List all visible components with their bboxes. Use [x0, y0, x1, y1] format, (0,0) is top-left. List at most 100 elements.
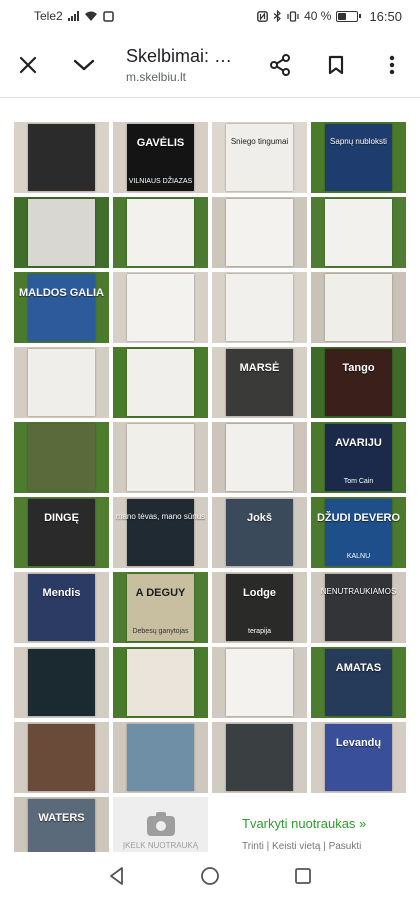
book-cover — [325, 349, 392, 416]
book-cover — [226, 199, 293, 266]
photo-thumbnail[interactable]: Sapnų nubloksti — [311, 122, 406, 193]
back-triangle-icon — [109, 867, 123, 885]
book-cover — [127, 199, 194, 266]
photo-thumbnail[interactable]: MARSĖ — [212, 347, 307, 418]
book-cover — [226, 424, 293, 491]
rotate-link[interactable]: Pasukti — [329, 841, 362, 852]
photo-thumbnail[interactable]: DŽUDI DEVERO KALNU — [311, 497, 406, 568]
page-url: m.skelbiu.lt — [126, 69, 187, 84]
photo-thumbnail[interactable]: Levandų — [311, 722, 406, 793]
home-button[interactable] — [190, 856, 230, 896]
bluetooth-icon — [273, 10, 281, 22]
photo-thumbnail[interactable] — [311, 197, 406, 268]
photo-thumbnail[interactable] — [14, 647, 109, 718]
share-button[interactable] — [252, 37, 308, 93]
book-cover — [127, 574, 194, 641]
book-cover — [226, 574, 293, 641]
photo-actions: Tvarkyti nuotraukas » Trinti | Keisti vi… — [242, 816, 412, 852]
photo-thumbnail[interactable]: NENUTRAUKIAMOS — [311, 572, 406, 643]
battery-icon — [336, 10, 362, 22]
photo-thumbnail[interactable] — [14, 122, 109, 193]
photo-thumbnail[interactable] — [212, 722, 307, 793]
photo-thumbnail[interactable] — [113, 272, 208, 343]
more-button[interactable] — [364, 37, 420, 93]
photo-thumbnail[interactable]: Mendis — [14, 572, 109, 643]
recents-button[interactable] — [283, 856, 323, 896]
book-cover — [325, 424, 392, 491]
book-cover — [325, 724, 392, 791]
book-cover — [127, 124, 194, 191]
book-cover — [226, 649, 293, 716]
book-cover — [127, 274, 194, 341]
book-cover — [28, 349, 95, 416]
recents-square-icon — [295, 868, 312, 884]
delete-link[interactable]: Trinti — [242, 841, 264, 852]
nfc-icon — [257, 10, 268, 22]
signal-icon — [67, 11, 79, 21]
book-cover — [325, 124, 392, 191]
share-icon — [270, 53, 290, 76]
book-cover — [28, 199, 95, 266]
home-circle-icon — [201, 867, 219, 885]
photo-thumbnail[interactable] — [14, 347, 109, 418]
wifi-icon — [84, 11, 97, 21]
photo-thumbnail[interactable]: Lodge terapija — [212, 572, 307, 643]
photo-thumbnail[interactable] — [212, 272, 307, 343]
close-icon — [19, 56, 37, 73]
page-title: Skelbimai: … — [126, 45, 233, 66]
bookmark-button[interactable] — [308, 37, 364, 93]
book-cover — [28, 724, 95, 791]
photo-thumbnail[interactable]: AMATAS — [311, 647, 406, 718]
system-nav-bar — [0, 852, 420, 900]
more-vert-icon — [389, 55, 395, 74]
upload-label: ĮKELK NUOTRAUKĄ — [122, 840, 199, 850]
photo-thumbnail[interactable] — [212, 422, 307, 493]
book-cover — [127, 349, 194, 416]
notification-icon — [102, 10, 114, 22]
photo-thumbnail[interactable]: Sniego tingumai — [212, 122, 307, 193]
chevron-down-icon — [73, 59, 95, 70]
book-cover — [226, 349, 293, 416]
photo-thumbnail[interactable]: Tango — [311, 347, 406, 418]
photo-thumbnail[interactable] — [311, 272, 406, 343]
photo-thumbnail[interactable]: Jokš — [212, 497, 307, 568]
camera-icon — [146, 811, 175, 836]
photo-thumbnail[interactable]: AVARIJU Tom Cain — [311, 422, 406, 493]
photo-thumbnail[interactable]: mano tėvas, mano sūnus — [113, 497, 208, 568]
book-cover — [127, 499, 194, 566]
photo-thumbnail[interactable] — [14, 722, 109, 793]
photo-thumbnail[interactable] — [14, 197, 109, 268]
action-links: Trinti | Keisti vietą | Pasukti — [242, 841, 412, 852]
page-title-area[interactable]: Skelbimai: … m.skelbiu.lt — [112, 46, 252, 84]
book-cover — [28, 424, 95, 491]
book-cover — [325, 199, 392, 266]
photo-thumbnail[interactable] — [113, 422, 208, 493]
photo-thumbnail[interactable]: A DEGUY Debesų ganytojas — [113, 572, 208, 643]
photo-thumbnail[interactable] — [113, 347, 208, 418]
photo-thumbnail[interactable] — [14, 422, 109, 493]
photo-thumbnail[interactable]: MALDOS GALIA — [14, 272, 109, 343]
book-cover — [28, 574, 95, 641]
minimize-button[interactable] — [56, 37, 112, 93]
close-button[interactable] — [0, 37, 56, 93]
bookmark-icon — [328, 55, 344, 74]
browser-toolbar: Skelbimai: … m.skelbiu.lt — [0, 32, 420, 98]
photo-thumbnail[interactable]: GAVĖLIS VILNIAUS DŽIAZAS — [113, 122, 208, 193]
book-cover — [325, 499, 392, 566]
battery-percent: 40 % — [304, 9, 332, 23]
manage-photos-link[interactable]: Tvarkyti nuotraukas » — [242, 816, 412, 831]
photo-thumbnail[interactable] — [113, 647, 208, 718]
photo-thumbnail[interactable] — [212, 197, 307, 268]
move-link[interactable]: Keisti vietą — [272, 841, 320, 852]
book-cover — [226, 274, 293, 341]
book-cover — [28, 124, 95, 191]
photo-thumbnail[interactable]: DINGĘ — [14, 497, 109, 568]
clock: 16:50 — [369, 8, 402, 24]
back-button[interactable] — [97, 856, 137, 896]
photo-thumbnail[interactable] — [113, 722, 208, 793]
carrier-label: Tele2 — [34, 9, 63, 23]
photo-thumbnail[interactable] — [113, 197, 208, 268]
book-cover — [28, 274, 95, 341]
photo-thumbnail[interactable] — [212, 647, 307, 718]
vibrate-icon — [287, 10, 299, 22]
